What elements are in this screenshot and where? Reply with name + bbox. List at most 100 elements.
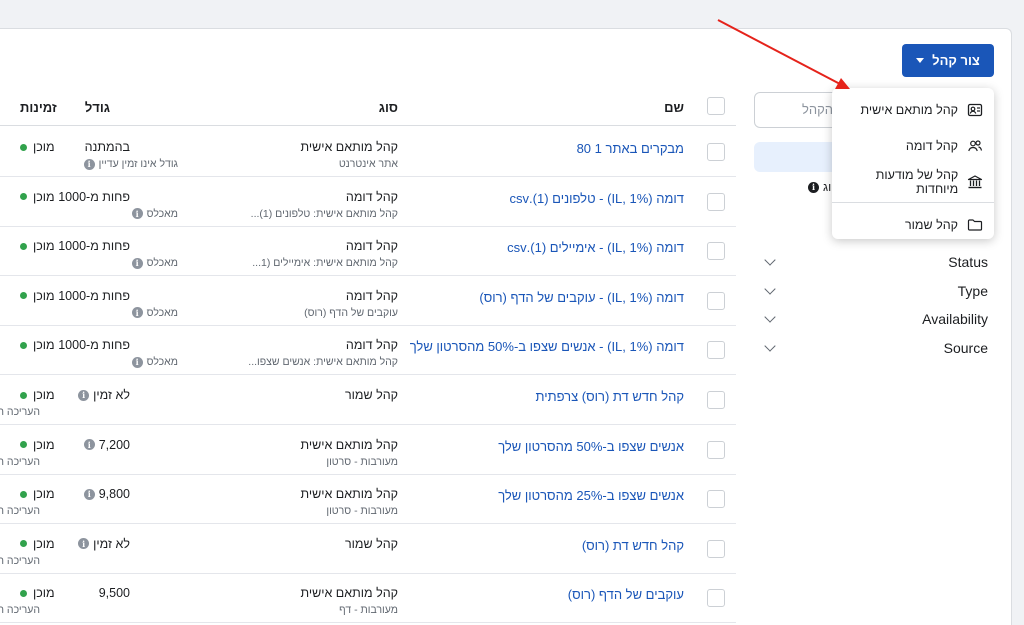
menu-item-custom-audience[interactable]: קהל מותאם אישית: [832, 92, 994, 128]
audience-size-detail-text: מאכלס: [146, 207, 178, 220]
audience-type-detail: מעורבות - סרטון: [326, 455, 398, 468]
menu-divider: [832, 202, 994, 203]
filter-availability[interactable]: Availability: [760, 308, 988, 330]
ready-status-dot-icon: [20, 193, 27, 201]
audience-type: קהל דומה: [345, 189, 398, 204]
custom-audience-icon: [966, 101, 984, 119]
menu-item-special-ad-audience[interactable]: קהל של מודעות מיוחדות: [832, 164, 994, 200]
row-checkbox[interactable]: [707, 242, 725, 261]
create-audience-button[interactable]: צור קהל: [902, 44, 994, 77]
audience-name-link[interactable]: אנשים שצפו ב-25% מהסרטון שלך: [498, 488, 684, 503]
audience-size-value: בהמתנה: [84, 140, 130, 154]
row-checkbox[interactable]: [707, 143, 725, 161]
audience-search-input[interactable]: הקהל: [754, 92, 844, 128]
filter-status-label: Status: [948, 254, 988, 270]
info-icon[interactable]: i: [131, 208, 143, 220]
menu-item-lookalike-audience[interactable]: קהל דומה: [832, 128, 994, 164]
audience-name-link[interactable]: דומה (IL, 1%) - אנשים שצפו ב-50% מהסרטון…: [410, 339, 684, 354]
audience-size-detail-text: מאכלס: [146, 356, 178, 369]
row-checkbox[interactable]: [707, 341, 725, 360]
audience-size: לא זמין i: [78, 388, 130, 402]
info-icon[interactable]: i: [131, 257, 143, 269]
row-checkbox[interactable]: [707, 192, 725, 211]
audience-type: קהל דומה: [345, 338, 398, 353]
table-row[interactable]: קהל חדש דת (רוס) צרפתית קהל שמור לא זמין i מ…: [0, 375, 736, 425]
row-checkbox[interactable]: [707, 440, 725, 459]
filter-source[interactable]: Source: [760, 337, 988, 359]
availability-detail: העריכה ה: [0, 604, 40, 617]
audience-name-link[interactable]: עוקבים של הדף (רוס): [568, 587, 684, 602]
audience-size: לא זמין i: [78, 537, 130, 551]
row-checkbox[interactable]: [707, 391, 725, 409]
info-icon[interactable]: i: [83, 488, 95, 500]
row-checkbox[interactable]: [707, 539, 725, 558]
audience-name-link[interactable]: קהל חדש דת (רוס) צרפתית: [536, 389, 684, 404]
info-icon[interactable]: i: [83, 158, 95, 170]
menu-item-label: קהל של מודעות מיוחדות: [875, 168, 959, 196]
table-row[interactable]: אנשים שצפו ב-50% מהסרטון שלך קהל מותאם אי…: [0, 425, 736, 475]
column-header-type[interactable]: סוג: [379, 100, 398, 115]
audience-size-value: לא זמין: [93, 536, 130, 551]
column-header-name[interactable]: שם: [664, 100, 684, 115]
column-header-availability[interactable]: זמינות: [20, 100, 57, 115]
audience-size: פחות מ-1000: [58, 190, 130, 204]
table-row[interactable]: מבקרים באתר 1 80 קהל מותאם אישית אתר אינטר…: [0, 127, 736, 177]
menu-item-saved-audience[interactable]: קהל שמור: [832, 207, 994, 243]
lookalike-people-icon: [966, 137, 984, 155]
row-checkbox[interactable]: [707, 291, 725, 310]
audience-size-detail-text: גודל אינו זמין עדיין: [98, 158, 178, 170]
audience-type-detail: קהל מותאם אישית: אנשים שצפו...: [248, 356, 398, 369]
info-icon[interactable]: i: [131, 307, 143, 319]
availability-detail: העריכה ה: [0, 406, 40, 418]
availability-text: מוכן: [33, 586, 55, 601]
table-row[interactable]: דומה (IL, 1%) - אימיילים (1).csv קהל דומה…: [0, 226, 736, 277]
chevron-down-icon: [764, 254, 776, 266]
availability-detail: העריכה ה: [0, 455, 40, 468]
info-icon[interactable]: i: [808, 181, 819, 193]
audience-size-value: 9,500: [98, 586, 130, 601]
audience-size: פחות מ-1000: [58, 338, 130, 352]
filter-source-label: Source: [943, 340, 988, 356]
menu-item-label: קהל שמור: [904, 218, 958, 232]
table-row[interactable]: קהל חדש דת (רוס) קהל שמור לא זמין i מוכן הערי…: [0, 524, 736, 574]
info-icon[interactable]: i: [78, 538, 90, 550]
select-all-checkbox[interactable]: [707, 97, 725, 115]
table-row[interactable]: דומה (IL, 1%) - עוקבים של הדף (רוס) קהל ד…: [0, 276, 736, 326]
availability-text: מוכן: [33, 388, 55, 402]
availability-detail: העריכה ה: [0, 554, 40, 567]
filter-type[interactable]: Type: [760, 280, 988, 302]
table-row[interactable]: דומה (IL, 1%) - טלפונים (1).csv קהל דומה ק…: [0, 177, 736, 227]
row-checkbox[interactable]: [707, 589, 725, 608]
audience-name-link[interactable]: דומה (IL, 1%) - טלפונים (1).csv: [510, 191, 684, 206]
table-row[interactable]: דומה (IL, 1%) - אנשים שצפו ב-50% מהסרטון…: [0, 325, 736, 376]
audience-size-value: 7,200: [98, 437, 130, 452]
availability-status: מוכן: [20, 537, 55, 551]
table-row[interactable]: עוקבים של הדף (רוס) קהל מותאם אישית מעורבו…: [0, 573, 736, 624]
audience-type: קהל מותאם אישית: [300, 437, 398, 452]
info-icon[interactable]: i: [83, 439, 95, 451]
audience-size: 9,500: [99, 586, 130, 600]
audience-name-link[interactable]: אנשים שצפו ב-50% מהסרטון שלך: [498, 439, 684, 454]
ready-status-dot-icon: [20, 242, 27, 250]
row-checkbox[interactable]: [707, 490, 725, 509]
filter-status[interactable]: Status: [760, 251, 988, 273]
audience-name-link[interactable]: דומה (IL, 1%) - אימיילים (1).csv: [507, 240, 684, 255]
audience-size: 9,800 i: [83, 487, 130, 501]
audience-name-link[interactable]: קהל חדש דת (רוס): [582, 538, 684, 553]
availability-text: מוכן: [33, 189, 55, 204]
availability-status: מוכן: [20, 438, 55, 452]
audience-name-link[interactable]: דומה (IL, 1%) - עוקבים של הדף (רוס): [479, 290, 684, 305]
table-row[interactable]: אנשים שצפו ב-25% מהסרטון שלך קהל מותאם אי…: [0, 474, 736, 525]
audience-type-detail: עוקבים של הדף (רוס): [304, 306, 398, 319]
availability-text: מוכן: [33, 140, 55, 154]
audience-type: קהל שמור: [344, 388, 398, 402]
info-icon[interactable]: i: [131, 356, 143, 368]
audience-name-link[interactable]: מבקרים באתר 1 80: [577, 141, 684, 156]
sidebar-selected-item[interactable]: [754, 142, 844, 172]
audience-type: קהל דומה: [345, 239, 398, 254]
chevron-down-icon: [764, 340, 776, 352]
column-header-size[interactable]: גודל: [85, 100, 110, 115]
info-icon[interactable]: i: [78, 389, 90, 401]
audience-size-value: פחות מ-1000: [58, 189, 130, 204]
audience-type: קהל דומה: [345, 288, 398, 303]
